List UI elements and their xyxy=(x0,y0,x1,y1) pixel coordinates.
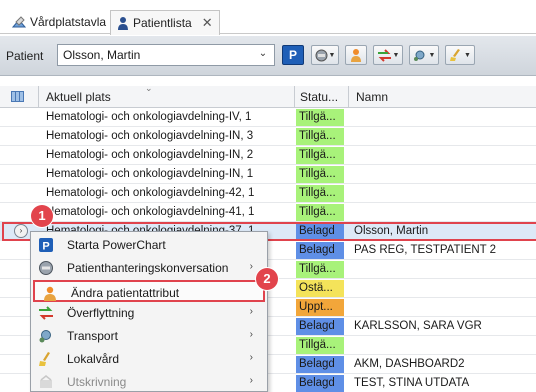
status-badge: Tillgä... xyxy=(296,185,344,202)
menu-item-starta-powerchart[interactable]: P Starta PowerChart xyxy=(31,234,267,256)
cell-place: Hematologi- och onkologiavdelning-IN, 3 xyxy=(46,130,254,142)
menu-item-overflyttning[interactable]: Överflyttning › xyxy=(31,302,267,324)
table-row[interactable]: Hematologi- och onkologiavdelning-42, 1 T… xyxy=(0,184,536,203)
menu-item-patienthanteringskonversation[interactable]: Patienthanteringskonversation › xyxy=(31,257,267,279)
status-badge: Tillgä... xyxy=(296,109,344,126)
status-badge: Tillgä... xyxy=(296,147,344,164)
conversation-icon xyxy=(38,260,54,276)
column-divider xyxy=(38,86,39,108)
status-badge: Tillgä... xyxy=(296,128,344,145)
sort-caret-icon: ⌄ xyxy=(145,83,153,93)
transport-icon xyxy=(38,328,54,344)
status-badge: Ostä... xyxy=(296,280,344,297)
column-divider xyxy=(294,86,295,108)
cleaning-icon xyxy=(38,351,54,367)
column-divider xyxy=(348,86,349,108)
powerchart-p-button[interactable]: P xyxy=(282,45,304,65)
menu-item-label: Utskrivning xyxy=(67,374,127,389)
discharge-icon xyxy=(38,374,54,390)
patient-toolbar: Patient Olsson, Martin ⌄ P ▼ ▼ ▼ ▼ xyxy=(0,36,536,76)
menu-item-utskrivning[interactable]: Utskrivning › xyxy=(31,371,267,392)
menu-item-label: Ändra patientattribut xyxy=(71,285,180,300)
tab-label: Vårdplatstavla xyxy=(30,15,107,29)
tab-bar: Vårdplatstavla Patientlista ✕ xyxy=(0,0,536,35)
submenu-arrow-icon: › xyxy=(249,352,253,363)
patient-edit-icon xyxy=(351,49,361,62)
tab-vardplatstavla[interactable]: Vårdplatstavla xyxy=(6,10,112,34)
status-badge: Tillgä... xyxy=(296,261,344,278)
patient-select-value: Olsson, Martin xyxy=(63,48,141,62)
tab-label: Patientlista xyxy=(133,16,192,30)
patient-action-button[interactable] xyxy=(345,45,367,65)
view-icon xyxy=(315,49,328,61)
menu-item-label: Patienthanteringskonversation xyxy=(67,260,229,275)
menu-item-label: Starta PowerChart xyxy=(67,238,166,252)
table-row[interactable]: Hematologi- och onkologiavdelning-IV, 1 T… xyxy=(0,108,536,127)
column-header-name[interactable]: Namn xyxy=(356,90,388,104)
menu-item-lokalvard[interactable]: Lokalvård › xyxy=(31,348,267,370)
transport-dropdown[interactable]: ▼ xyxy=(409,45,439,65)
powerchart-icon: P xyxy=(38,237,54,253)
table-row[interactable]: Hematologi- och onkologiavdelning-41, 1 T… xyxy=(0,203,536,222)
view-dropdown[interactable]: ▼ xyxy=(311,45,339,65)
transport-icon xyxy=(413,50,425,61)
menu-item-label: Transport xyxy=(67,329,118,344)
board-icon xyxy=(12,16,26,28)
svg-text:P: P xyxy=(42,241,49,253)
table-header: ⌄ Aktuell plats Statu... Namn xyxy=(0,83,536,108)
context-menu: P Starta PowerChart Patienthanteringskonve… xyxy=(30,231,268,392)
chevron-down-icon: ⌄ xyxy=(258,48,268,59)
cell-name: KARLSSON, SARA VGR xyxy=(354,320,482,332)
edit-patient-icon xyxy=(42,285,58,301)
status-badge: Tillgä... xyxy=(296,337,344,354)
cell-place: Hematologi- och onkologiavdelning-41, 1 xyxy=(46,206,255,218)
menu-item-label: Överflyttning xyxy=(67,306,135,321)
column-header-status[interactable]: Statu... xyxy=(300,90,338,104)
submenu-arrow-icon: › xyxy=(249,374,253,386)
cell-name: PAS REG, TESTPATIENT 2 xyxy=(354,244,497,256)
menu-item-transport[interactable]: Transport › xyxy=(31,325,267,347)
table-row[interactable]: Hematologi- och onkologiavdelning-IN, 1 T… xyxy=(0,165,536,184)
grid-icon[interactable] xyxy=(11,91,24,102)
callout-badge-2: 2 xyxy=(256,268,278,290)
table-row[interactable]: Hematologi- och onkologiavdelning-IN, 3 T… xyxy=(0,127,536,146)
status-badge: Tillgä... xyxy=(296,166,344,183)
cell-place: Hematologi- och onkologiavdelning-IV, 1 xyxy=(46,111,252,123)
column-header-place[interactable]: Aktuell plats xyxy=(46,90,111,104)
chevron-down-icon: ▼ xyxy=(392,51,400,59)
transfer-icon xyxy=(377,48,391,62)
transfer-icon xyxy=(38,305,54,321)
menu-item-label: Lokalvård xyxy=(67,352,120,366)
submenu-arrow-icon: › xyxy=(249,260,253,272)
chevron-down-icon: ▼ xyxy=(428,51,436,59)
powerchart-icon: P xyxy=(288,48,297,62)
cleaning-icon xyxy=(450,49,461,61)
cell-place: Hematologi- och onkologiavdelning-IN, 1 xyxy=(46,168,254,180)
cell-place: Hematologi- och onkologiavdelning-IN, 2 xyxy=(46,149,254,161)
cell-name: TEST, STINA UTDATA xyxy=(354,377,470,389)
submenu-arrow-icon: › xyxy=(249,329,253,341)
menu-item-andra-patientattribut[interactable]: Ändra patientattribut xyxy=(33,279,265,302)
chevron-down-icon: ▼ xyxy=(328,51,336,59)
submenu-arrow-icon: › xyxy=(249,306,253,318)
status-badge: Belagd xyxy=(296,356,344,373)
status-badge: Tillgä... xyxy=(296,204,344,221)
patient-select[interactable]: Olsson, Martin ⌄ xyxy=(57,44,275,66)
callout-badge-1: 1 xyxy=(31,205,53,227)
status-badge: Belagd xyxy=(296,318,344,335)
table-row[interactable]: Hematologi- och onkologiavdelning-IN, 2 T… xyxy=(0,146,536,165)
chevron-down-icon: ▼ xyxy=(464,51,471,59)
person-icon xyxy=(118,17,128,30)
patient-label: Patient xyxy=(6,49,44,63)
cell-name: AKM, DASHBOARD2 xyxy=(354,358,465,370)
cell-place: Hematologi- och onkologiavdelning-42, 1 xyxy=(46,187,255,199)
status-badge: Uppt... xyxy=(296,299,344,316)
close-icon[interactable]: ✕ xyxy=(202,15,213,31)
status-badge: Belagd xyxy=(296,242,344,259)
status-badge: Belagd xyxy=(296,375,344,392)
transfer-dropdown[interactable]: ▼ xyxy=(373,45,403,65)
cleaning-dropdown[interactable]: ▼ xyxy=(445,45,475,65)
tab-patientlista[interactable]: Patientlista ✕ xyxy=(110,10,220,35)
